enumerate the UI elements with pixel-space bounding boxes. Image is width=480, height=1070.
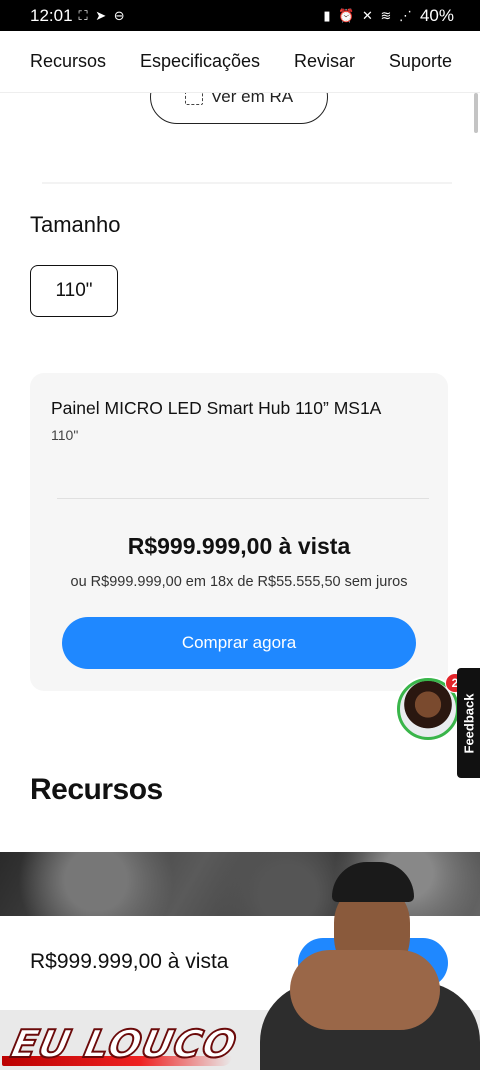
channel-logo: EU LOUCO [0,1016,250,1070]
status-bar: 12:01 ⛶ ➤ ⊖ ▮ ⏰ ✕ ≋ ⋰ 40% [0,0,480,31]
features-section-title: Recursos [30,773,163,806]
person-hands [290,950,440,1030]
feedback-tab[interactable]: Feedback [457,668,480,778]
scrollbar-thumb[interactable] [474,93,478,133]
tab-suporte[interactable]: Suporte [389,51,452,72]
tab-recursos[interactable]: Recursos [30,51,106,72]
tab-revisar[interactable]: Revisar [294,51,355,72]
system-icons: ▮ ⏰ ✕ ≋ ⋰ [323,7,414,23]
size-title: Tamanho [30,212,121,237]
person-cap [332,862,414,902]
size-option-110[interactable]: 110" [30,265,118,317]
status-right: ▮ ⏰ ✕ ≋ ⋰ 40% [323,6,454,26]
tab-especificacoes[interactable]: Especificações [140,51,260,72]
feedback-label: Feedback [461,693,477,753]
video-overlay-person [250,862,480,1070]
product-size: 110" [51,427,79,443]
product-summary-card: Painel MICRO LED Smart Hub 110” MS1A 110… [30,373,448,691]
divider [42,182,452,184]
installments-text: ou R$999.999,00 em 18x de R$55.555,50 se… [70,574,408,590]
product-title: Painel MICRO LED Smart Hub 110” MS1A [51,398,382,418]
battery-level: 40% [419,5,454,25]
section-nav: Recursos Especificações Revisar Suporte [0,31,480,133]
product-price: R$999.999,00 à vista [127,533,351,559]
status-left: 12:01 ⛶ ➤ ⊖ [30,6,127,26]
sticky-price: R$999.999,00 à vista [30,950,229,973]
logo-text: EU LOUCO [6,1021,242,1067]
status-time: 12:01 [30,5,73,25]
buy-now-button[interactable]: Comprar agora [62,617,416,669]
notification-icons: ⛶ ➤ ⊖ [78,7,127,23]
card-divider [57,498,429,499]
